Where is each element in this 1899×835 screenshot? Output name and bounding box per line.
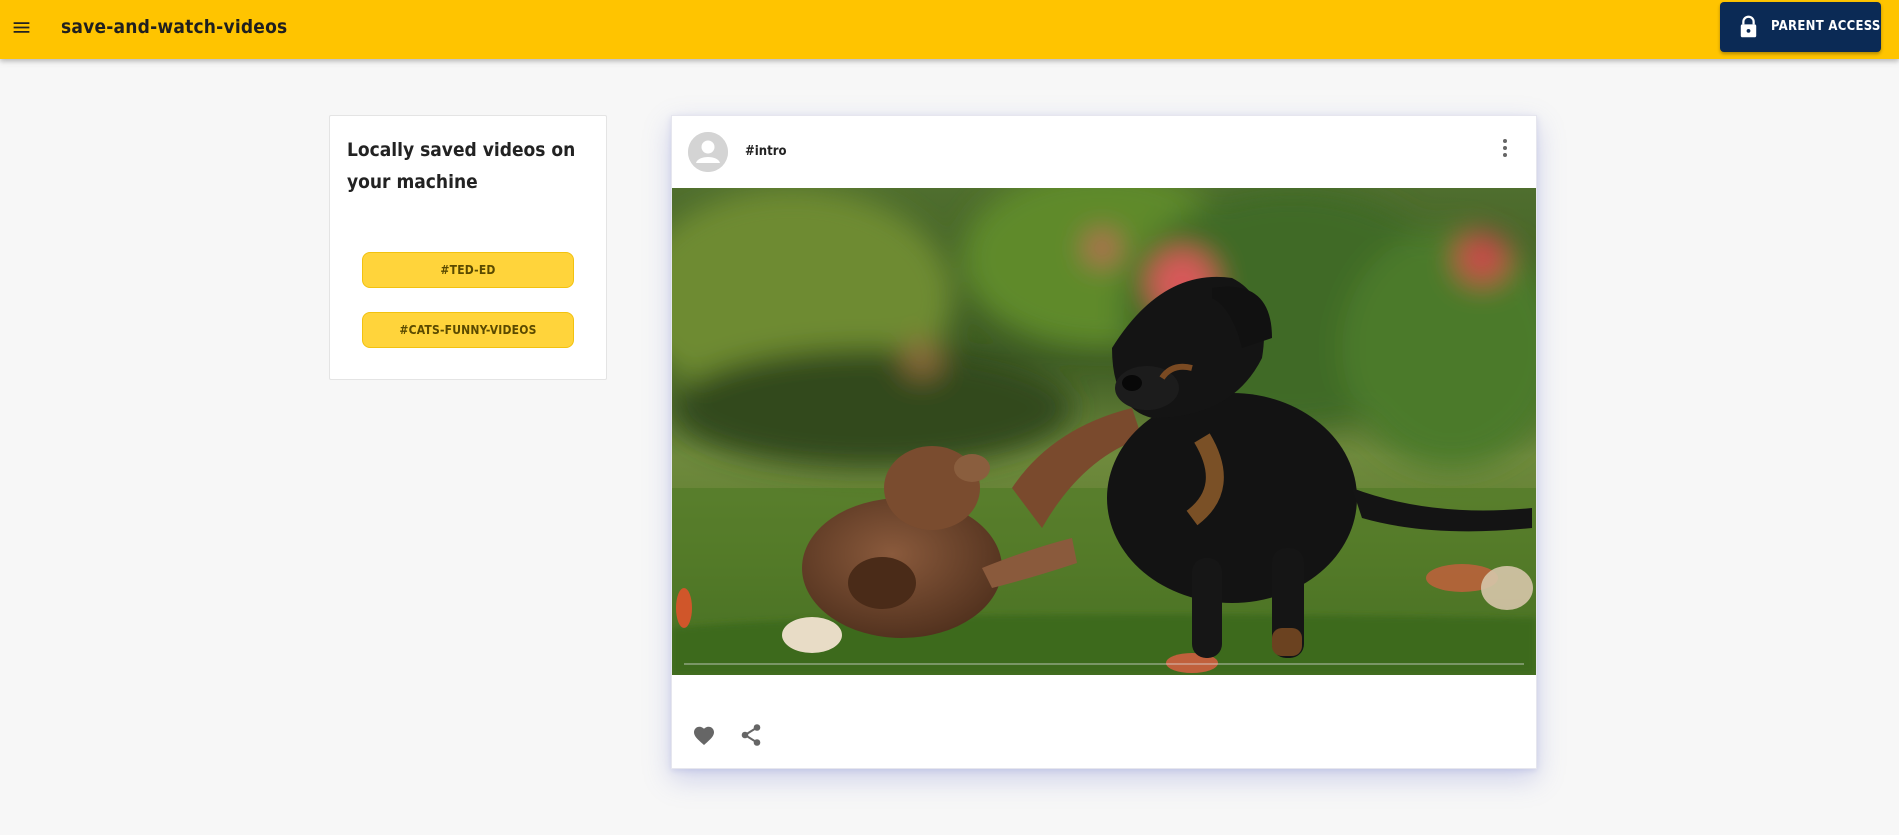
lock-icon <box>1740 15 1757 38</box>
more-options-button[interactable] <box>1498 136 1512 160</box>
video-post-card: #intro <box>671 115 1537 769</box>
post-tag: #intro <box>745 144 787 159</box>
share-icon <box>741 724 761 746</box>
more-vert-icon <box>1503 139 1507 157</box>
top-toolbar: save-and-watch-videos PARENT ACCESS <box>0 0 1899 59</box>
account-circle-icon <box>688 132 728 172</box>
saved-videos-heading: Locally saved videos on your machine <box>347 139 576 193</box>
menu-button[interactable] <box>8 12 34 42</box>
app-title: save-and-watch-videos <box>61 16 288 38</box>
video-player[interactable] <box>672 188 1536 675</box>
tag-button-ted-ed[interactable]: #TED-ED <box>362 252 574 288</box>
heart-icon <box>694 726 714 745</box>
menu-icon <box>13 21 29 33</box>
tag-button-cats-funny-videos[interactable]: #CATS-FUNNY-VIDEOS <box>362 312 574 348</box>
like-button[interactable] <box>692 724 716 746</box>
saved-videos-panel: Locally saved videos on your machine #TE… <box>329 115 607 380</box>
share-button[interactable] <box>740 723 762 747</box>
video-thumbnail <box>672 188 1536 675</box>
parent-access-label: PARENT ACCESS <box>1771 19 1881 34</box>
parent-access-button[interactable]: PARENT ACCESS <box>1720 2 1881 52</box>
